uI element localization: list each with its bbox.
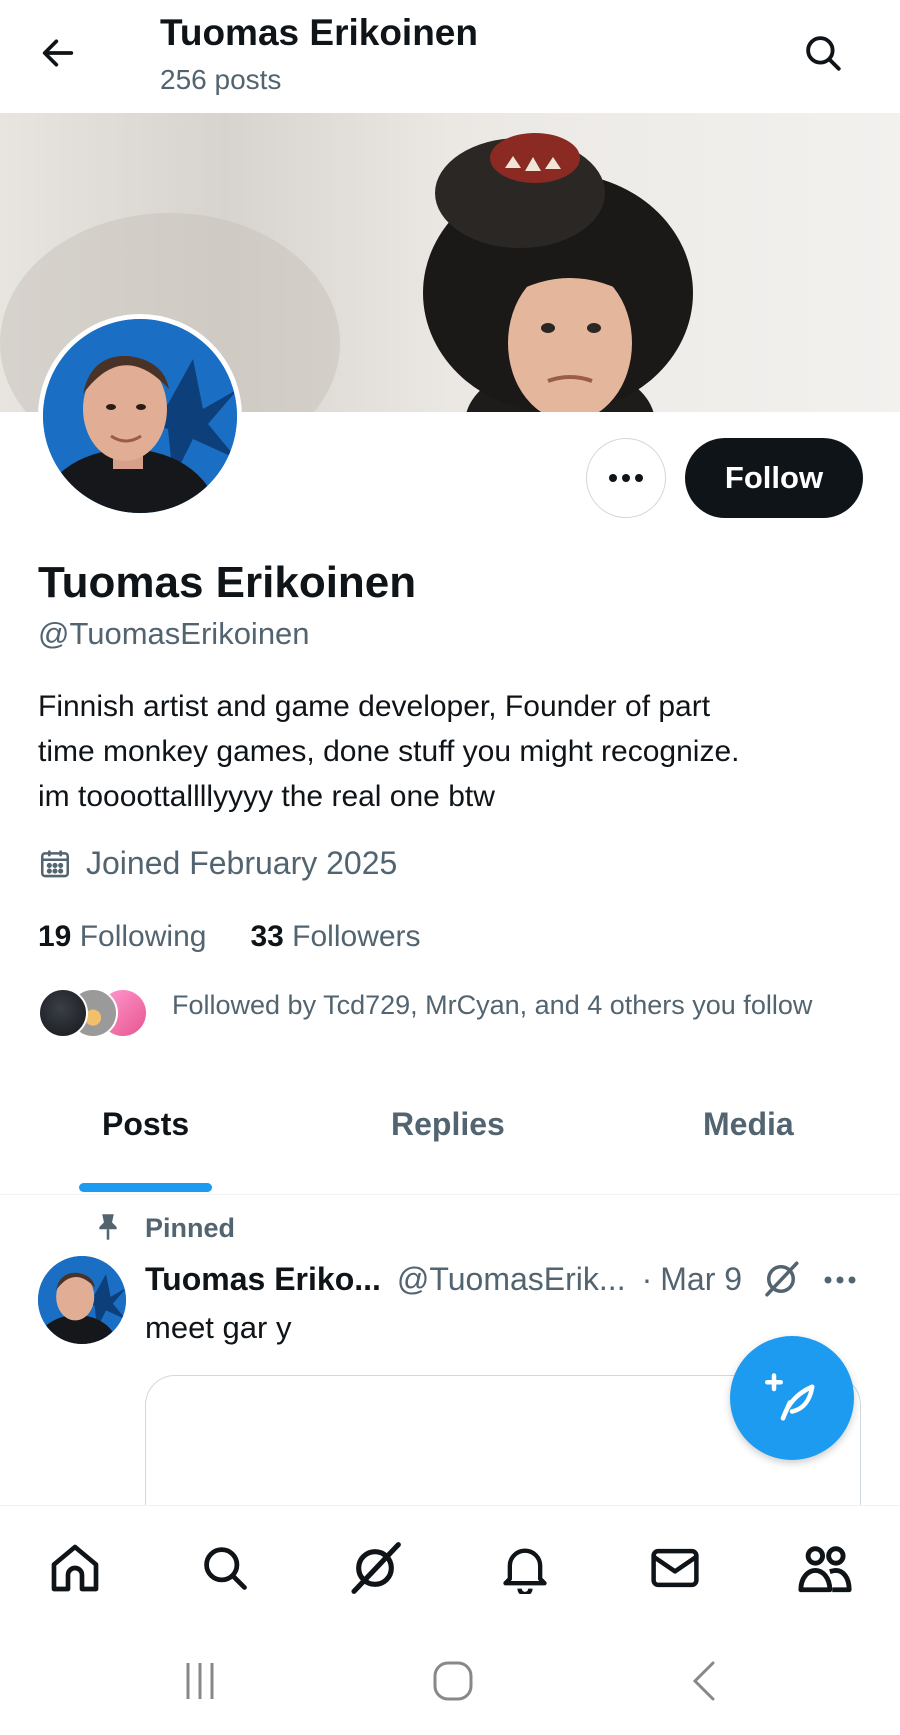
following-stat[interactable]: 19 Following bbox=[38, 920, 206, 954]
nav-search[interactable] bbox=[185, 1535, 265, 1601]
search-icon bbox=[806, 36, 841, 71]
home-icon bbox=[51, 1544, 99, 1592]
recents-icon bbox=[186, 1663, 214, 1699]
arrow-left-icon bbox=[42, 39, 74, 67]
post-author-handle[interactable]: @TuomasErik... bbox=[397, 1261, 626, 1298]
nav-grok[interactable] bbox=[335, 1535, 415, 1601]
bio-line: Finnish artist and game developer, Found… bbox=[38, 690, 711, 723]
profile-handle: @TuomasErikoinen bbox=[38, 616, 310, 651]
compose-post-button[interactable] bbox=[730, 1336, 854, 1460]
nav-communities[interactable] bbox=[785, 1535, 865, 1601]
nav-home[interactable] bbox=[35, 1535, 115, 1601]
followers-label: Followers bbox=[292, 920, 421, 953]
back-button[interactable] bbox=[30, 25, 86, 81]
post-author-name[interactable]: Tuomas Eriko... bbox=[145, 1261, 381, 1298]
compose-post-icon bbox=[765, 1373, 815, 1421]
search-icon bbox=[204, 1547, 247, 1590]
tabs-divider bbox=[0, 1194, 900, 1195]
more-options-button[interactable] bbox=[586, 438, 666, 518]
system-recents-button[interactable] bbox=[160, 1646, 240, 1716]
ellipsis-icon bbox=[824, 1276, 856, 1284]
pinned-label: Pinned bbox=[145, 1213, 236, 1243]
bell-icon bbox=[503, 1548, 547, 1594]
back-chevron-icon bbox=[692, 1661, 715, 1701]
calendar-icon bbox=[40, 850, 70, 877]
joined-text: Joined February 2025 bbox=[86, 845, 398, 881]
tab-replies[interactable]: Replies bbox=[391, 1106, 505, 1143]
profile-avatar[interactable] bbox=[38, 314, 242, 518]
grok-icon bbox=[351, 1542, 401, 1594]
following-label: Following bbox=[79, 920, 207, 953]
bio-line: im toooottallllyyyy the real one btw bbox=[38, 780, 495, 813]
communities-icon bbox=[798, 1546, 852, 1593]
grok-icon[interactable] bbox=[760, 1258, 802, 1305]
pin-icon bbox=[94, 1212, 122, 1247]
following-count: 19 bbox=[38, 920, 72, 953]
post-date[interactable]: Mar 9 bbox=[660, 1261, 742, 1298]
follow-stats: 19 Following 33 Followers bbox=[38, 920, 421, 954]
system-back-button[interactable] bbox=[665, 1646, 745, 1716]
nav-messages[interactable] bbox=[635, 1535, 715, 1601]
profile-display-name: Tuomas Erikoinen bbox=[38, 558, 417, 607]
search-button[interactable] bbox=[795, 25, 851, 81]
home-circle-icon bbox=[433, 1661, 473, 1701]
follower-avatar bbox=[38, 988, 88, 1038]
post-separator: · bbox=[641, 1261, 653, 1297]
system-home-button[interactable] bbox=[413, 1646, 493, 1716]
post-text: meet gar y bbox=[145, 1310, 292, 1345]
header-title: Tuomas Erikoinen bbox=[160, 12, 478, 53]
bio-line: time monkey games, done stuff you might … bbox=[38, 735, 740, 768]
post-more-button[interactable] bbox=[822, 1262, 858, 1303]
active-tab-indicator bbox=[79, 1183, 212, 1192]
tab-posts[interactable]: Posts bbox=[102, 1106, 189, 1143]
profile-bio: Finnish artist and game developer, Found… bbox=[38, 684, 858, 819]
post-header: Tuomas Eriko... @TuomasErik... · Mar 9 bbox=[145, 1261, 742, 1298]
ellipsis-icon bbox=[609, 474, 643, 482]
nav-notifications[interactable] bbox=[485, 1535, 565, 1601]
post-author-avatar[interactable] bbox=[38, 1256, 126, 1344]
follow-button[interactable]: Follow bbox=[685, 438, 863, 518]
header-post-count: 256 posts bbox=[160, 64, 282, 95]
followed-by-text[interactable]: Followed by Tcd729, MrCyan, and 4 others… bbox=[172, 990, 812, 1021]
mail-icon bbox=[651, 1548, 699, 1588]
followers-stat[interactable]: 33 Followers bbox=[250, 920, 420, 954]
followers-count: 33 bbox=[250, 920, 284, 953]
joined-date: Joined February 2025 bbox=[38, 845, 397, 882]
tab-media[interactable]: Media bbox=[703, 1106, 794, 1143]
